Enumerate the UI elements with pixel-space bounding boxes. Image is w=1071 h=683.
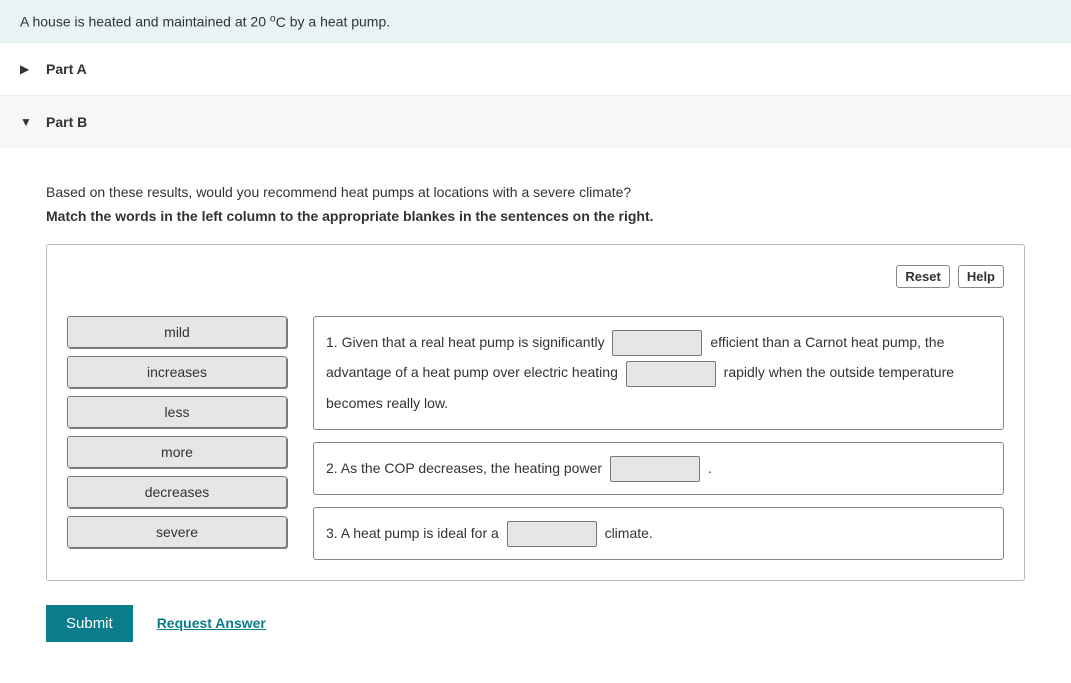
problem-unit: oC bbox=[270, 14, 286, 30]
word-bank: mild increases less more decreases sever… bbox=[67, 316, 287, 548]
drop-slot-3a[interactable] bbox=[507, 521, 597, 547]
part-b-header[interactable]: ▼ Part B bbox=[0, 95, 1071, 148]
sentence-3-text-2: climate. bbox=[605, 525, 653, 541]
help-button[interactable]: Help bbox=[958, 265, 1004, 288]
part-b-body: Based on these results, would you recomm… bbox=[0, 148, 1071, 672]
word-chip-increases[interactable]: increases bbox=[67, 356, 287, 388]
word-chip-more[interactable]: more bbox=[67, 436, 287, 468]
drop-slot-2a[interactable] bbox=[610, 456, 700, 482]
match-area: Reset Help mild increases less more decr… bbox=[46, 244, 1025, 581]
problem-statement: A house is heated and maintained at 20 o… bbox=[0, 0, 1071, 42]
word-chip-less[interactable]: less bbox=[67, 396, 287, 428]
sentence-2-text-2: . bbox=[708, 460, 712, 476]
word-chip-severe[interactable]: severe bbox=[67, 516, 287, 548]
part-a-title: Part A bbox=[46, 61, 87, 77]
sentence-2-text-1: 2. As the COP decreases, the heating pow… bbox=[326, 460, 602, 476]
instruction-text: Match the words in the left column to th… bbox=[46, 208, 1025, 224]
reset-button[interactable]: Reset bbox=[896, 265, 949, 288]
word-chip-mild[interactable]: mild bbox=[67, 316, 287, 348]
word-chip-decreases[interactable]: decreases bbox=[67, 476, 287, 508]
sentences: 1. Given that a real heat pump is signif… bbox=[313, 316, 1004, 560]
match-columns: mild increases less more decreases sever… bbox=[67, 316, 1004, 560]
question-text: Based on these results, would you recomm… bbox=[46, 184, 1025, 200]
drop-slot-1a[interactable] bbox=[612, 330, 702, 356]
match-toolbar: Reset Help bbox=[67, 265, 1004, 288]
sentence-2: 2. As the COP decreases, the heating pow… bbox=[313, 442, 1004, 495]
sentence-3: 3. A heat pump is ideal for a climate. bbox=[313, 507, 1004, 560]
sentence-3-text-1: 3. A heat pump is ideal for a bbox=[326, 525, 499, 541]
caret-down-icon: ▼ bbox=[20, 115, 32, 129]
submit-row: Submit Request Answer bbox=[46, 605, 1025, 642]
part-a-header[interactable]: ▶ Part A bbox=[0, 42, 1071, 95]
drop-slot-1b[interactable] bbox=[626, 361, 716, 387]
problem-text-prefix: A house is heated and maintained at bbox=[20, 14, 250, 30]
problem-text-suffix: by a heat pump. bbox=[290, 14, 390, 30]
problem-value: 20 bbox=[250, 14, 266, 30]
caret-right-icon: ▶ bbox=[20, 62, 32, 76]
part-b-title: Part B bbox=[46, 114, 87, 130]
parts-accordion: ▶ Part A ▼ Part B Based on these results… bbox=[0, 42, 1071, 672]
sentence-1: 1. Given that a real heat pump is signif… bbox=[313, 316, 1004, 430]
submit-button[interactable]: Submit bbox=[46, 605, 133, 642]
sentence-1-text-1: 1. Given that a real heat pump is signif… bbox=[326, 334, 605, 350]
request-answer-link[interactable]: Request Answer bbox=[157, 615, 266, 631]
